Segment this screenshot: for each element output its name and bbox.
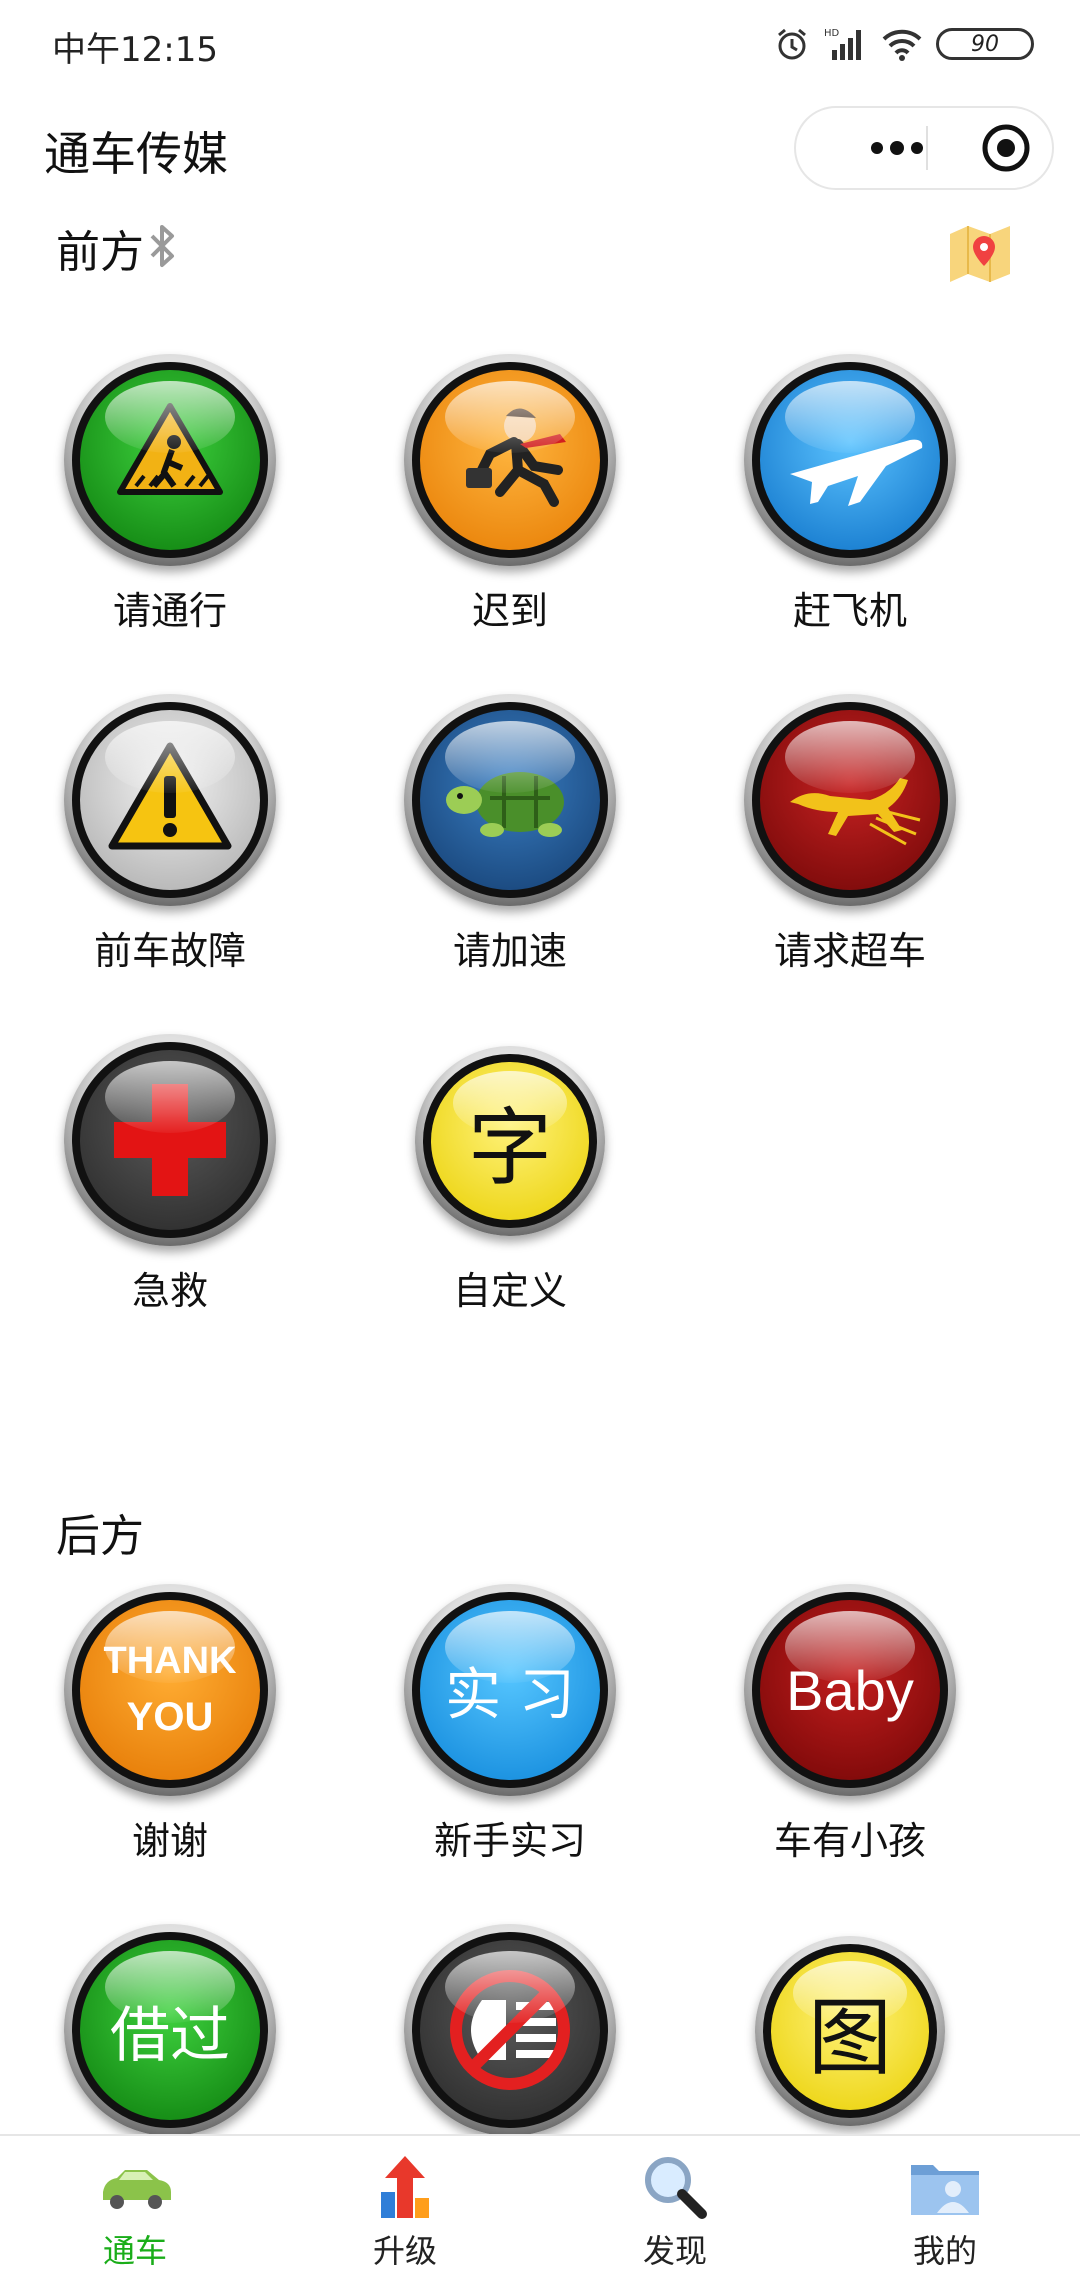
- more-dots-icon: [871, 141, 923, 155]
- you-text: YOU: [126, 1695, 214, 1739]
- front-button-overtake[interactable]: 请求超车: [700, 694, 1000, 994]
- front-button-please-pass[interactable]: 请通行: [20, 354, 320, 654]
- button-label: 请加速: [452, 929, 567, 973]
- alarm-icon: [778, 28, 806, 60]
- late-button[interactable]: [404, 354, 616, 566]
- battery-indicator: 90: [936, 28, 1034, 60]
- more-button[interactable]: [832, 108, 962, 188]
- car-icon: [103, 2170, 171, 2209]
- tab-upgrade[interactable]: 升级: [270, 2136, 540, 2282]
- button-label: 新手实习: [433, 1819, 586, 1863]
- baby-on-board-button[interactable]: Baby: [744, 1584, 956, 1796]
- user-folder-icon: [911, 2165, 979, 2215]
- tab-label: 升级: [372, 2232, 437, 2270]
- catch-flight-button[interactable]: [744, 354, 956, 566]
- button-label: 自定义: [452, 1269, 567, 1313]
- rear-button-new-driver[interactable]: 实 习 新手实习: [360, 1584, 660, 1884]
- first-aid-button[interactable]: [64, 1034, 276, 1246]
- vehicle-breakdown-button[interactable]: [64, 694, 276, 906]
- front-button-catch-flight[interactable]: 赶飞机: [700, 354, 1000, 654]
- front-section-title: 前方: [56, 227, 144, 278]
- status-icons: HD 90: [774, 22, 1034, 66]
- bluetooth-icon[interactable]: [146, 224, 180, 268]
- map-location-icon[interactable]: [948, 222, 1012, 286]
- button-label: 车有小孩: [773, 1819, 926, 1863]
- button-label: 请通行: [112, 589, 227, 633]
- front-button-late[interactable]: 迟到: [360, 354, 660, 654]
- capsule-divider: [926, 126, 928, 170]
- tab-label: 发现: [642, 2232, 707, 2270]
- upgrade-arrow-icon: [381, 2156, 429, 2218]
- button-label: 迟到: [471, 589, 548, 633]
- title-bar: 通车传媒: [0, 100, 1080, 200]
- rear-button-baby-on-board[interactable]: Baby 车有小孩: [700, 1584, 1000, 1884]
- svg-text:HD: HD: [824, 28, 840, 39]
- custom-text-button[interactable]: 字: [415, 1046, 605, 1236]
- no-high-beam-button[interactable]: [404, 1924, 616, 2136]
- close-miniprogram-button[interactable]: [956, 108, 1056, 188]
- excuse-me-face-text: 借过: [110, 2000, 230, 2071]
- button-label: 前车故障: [93, 929, 246, 973]
- wifi-icon: [882, 29, 922, 61]
- excuse-me-button[interactable]: 借过: [64, 1924, 276, 2136]
- page-title: 通车传媒: [44, 127, 228, 181]
- custom-image-button[interactable]: 图: [755, 1936, 945, 2126]
- overtake-button[interactable]: [744, 694, 956, 906]
- front-button-custom[interactable]: 字 自定义: [360, 1034, 660, 1334]
- button-label: 赶飞机: [792, 589, 907, 633]
- tab-label: 我的: [912, 2232, 977, 2270]
- internship-face-text: 实 习: [445, 1662, 575, 1728]
- thank-you-button[interactable]: THANK YOU: [64, 1584, 276, 1796]
- bottom-tab-bar: 通车 升级 发现 我的: [0, 2134, 1080, 2282]
- button-label: 急救: [131, 1269, 208, 1313]
- miniprogram-capsule: [794, 106, 1054, 190]
- status-time: 中午12:15: [52, 30, 218, 70]
- status-bar: 中午12:15 HD 90: [0, 0, 1080, 90]
- tab-mine[interactable]: 我的: [810, 2136, 1080, 2282]
- baby-face-text: Baby: [786, 1658, 914, 1722]
- button-label: 谢谢: [131, 1819, 208, 1863]
- button-label: 请求超车: [773, 929, 926, 973]
- search-icon: [645, 2157, 707, 2219]
- signal-icon: HD: [824, 28, 861, 60]
- front-button-first-aid[interactable]: 急救: [20, 1034, 320, 1334]
- tab-discover[interactable]: 发现: [540, 2136, 810, 2282]
- custom-glyph: 字: [467, 1098, 552, 1197]
- target-icon: [982, 124, 1030, 172]
- front-button-speed-up[interactable]: 请加速: [360, 694, 660, 994]
- speed-up-button[interactable]: [404, 694, 616, 906]
- please-pass-button[interactable]: [64, 354, 276, 566]
- new-driver-button[interactable]: 实 习: [404, 1584, 616, 1796]
- front-button-breakdown[interactable]: 前车故障: [20, 694, 320, 994]
- rear-button-thanks[interactable]: THANK YOU 谢谢: [20, 1584, 320, 1884]
- tab-tongche[interactable]: 通车: [0, 2136, 270, 2282]
- rear-section-title: 后方: [56, 1511, 144, 1562]
- tab-label: 通车: [102, 2232, 167, 2270]
- image-glyph: 图: [807, 1988, 892, 2087]
